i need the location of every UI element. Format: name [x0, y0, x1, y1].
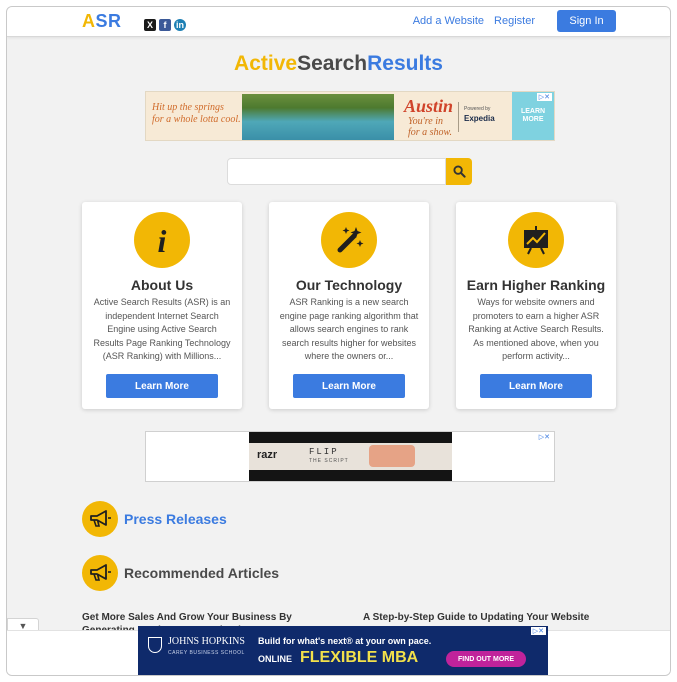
- ad-springs-image: [242, 94, 394, 140]
- social-links: X f in: [144, 19, 186, 31]
- recommended-articles-section: Recommended Articles: [82, 555, 279, 591]
- banner-ad-middle[interactable]: razr FLIP THE SCRIPT ▷✕: [145, 431, 555, 482]
- ad-tagline-line1: Hit up the springs: [152, 102, 224, 113]
- ad-school-subtitle: CAREY BUSINESS SCHOOL: [168, 650, 245, 656]
- logo-letter-a: A: [82, 11, 96, 31]
- ad-flip-subtext: THE SCRIPT: [309, 458, 349, 464]
- article-link[interactable]: A Step-by-Step Guide to Updating Your We…: [363, 611, 623, 624]
- x-icon[interactable]: X: [144, 19, 156, 31]
- chart-board-icon: [508, 212, 564, 268]
- add-website-link[interactable]: Add a Website: [413, 15, 484, 27]
- card-text: ASR Ranking is a new search engine page …: [279, 297, 419, 361]
- search-icon: [452, 165, 466, 178]
- linkedin-icon[interactable]: in: [174, 19, 186, 31]
- ad-show-text: You're in for a show.: [408, 116, 452, 138]
- card-title: About Us: [130, 277, 194, 293]
- card-title: Earn Higher Ranking: [466, 277, 606, 293]
- ad-razr-strip: [249, 443, 452, 470]
- search-bar: [227, 158, 472, 185]
- title-part-results: Results: [367, 52, 443, 75]
- ad-learn-line2: MORE: [522, 116, 544, 123]
- nav-links: Add a Website Register: [413, 15, 535, 27]
- register-link[interactable]: Register: [494, 15, 535, 27]
- press-releases-section[interactable]: Press Releases: [82, 501, 227, 537]
- ad-phone-image: [369, 445, 415, 467]
- search-button[interactable]: [446, 158, 472, 185]
- sign-in-button[interactable]: Sign In: [557, 10, 616, 32]
- logo-letters-sr: SR: [95, 11, 122, 31]
- ad-austin-logo: Austin: [404, 96, 454, 116]
- ad-razr-creative: razr FLIP THE SCRIPT: [249, 432, 452, 481]
- card-our-technology: Our Technology ASR Ranking is a new sear…: [269, 202, 429, 409]
- card-earn-higher-ranking: Earn Higher Ranking Ways for website own…: [456, 202, 616, 409]
- ad-tagline: Hit up the springs for a whole lotta coo…: [152, 102, 241, 126]
- title-part-active: Active: [234, 52, 298, 75]
- learn-more-button[interactable]: Learn More: [293, 374, 405, 398]
- asr-logo[interactable]: ASR: [82, 11, 122, 32]
- page-title: ActiveSearchResults: [7, 52, 670, 76]
- banner-ad-bottom[interactable]: JOHNS HOPKINS CAREY BUSINESS SCHOOL Buil…: [138, 626, 548, 675]
- learn-more-button[interactable]: Learn More: [106, 374, 218, 398]
- ad-close-icon[interactable]: ▷✕: [536, 433, 552, 441]
- ad-show-line1: You're in: [408, 116, 444, 127]
- magic-wand-icon: [321, 212, 377, 268]
- recommended-articles-heading: Recommended Articles: [124, 565, 280, 581]
- ad-expedia-logo: Expedia: [464, 114, 495, 123]
- ad-online-label: ONLINE: [258, 654, 293, 664]
- ad-learn-line1: LEARN: [520, 108, 546, 115]
- search-input[interactable]: [227, 158, 446, 185]
- info-icon: i: [134, 212, 190, 268]
- ad-mba-label: FLEXIBLE MBA: [300, 649, 419, 666]
- ad-close-icon[interactable]: ▷✕: [530, 627, 546, 635]
- ad-school-name: JOHNS HOPKINS: [168, 636, 245, 647]
- title-part-search: Search: [297, 52, 368, 75]
- ad-flip-text: FLIP: [309, 447, 339, 457]
- ad-divider: [458, 102, 459, 132]
- top-navbar: ASR X f in Add a Website Register Sign I…: [7, 7, 670, 37]
- ad-close-icon[interactable]: ▷✕: [536, 93, 552, 101]
- ad-razr-logo: razr: [257, 449, 278, 461]
- press-releases-link[interactable]: Press Releases: [124, 511, 227, 527]
- megaphone-icon: [82, 555, 118, 591]
- banner-ad-top[interactable]: Hit up the springs for a whole lotta coo…: [145, 91, 555, 141]
- ad-powered-by: Powered by: [464, 106, 491, 112]
- ad-show-line2: for a show.: [408, 127, 452, 138]
- learn-more-button[interactable]: Learn More: [480, 374, 592, 398]
- megaphone-icon: [82, 501, 118, 537]
- svg-text:i: i: [158, 223, 167, 257]
- card-text: Active Search Results (ASR) is an indepe…: [93, 297, 231, 361]
- facebook-icon[interactable]: f: [159, 19, 171, 31]
- jhu-shield-icon: [148, 637, 162, 653]
- ad-find-out-more-button[interactable]: FIND OUT MORE: [446, 651, 526, 667]
- card-text: Ways for website owners and promoters to…: [468, 297, 604, 361]
- ad-headline: Build for what's next® at your own pace.: [258, 636, 432, 646]
- browser-viewport: ASR X f in Add a Website Register Sign I…: [6, 6, 671, 676]
- ad-tagline-line2: for a whole lotta cool.: [152, 114, 241, 125]
- card-title: Our Technology: [295, 277, 403, 293]
- card-about-us: i About Us Active Search Results (ASR) i…: [82, 202, 242, 409]
